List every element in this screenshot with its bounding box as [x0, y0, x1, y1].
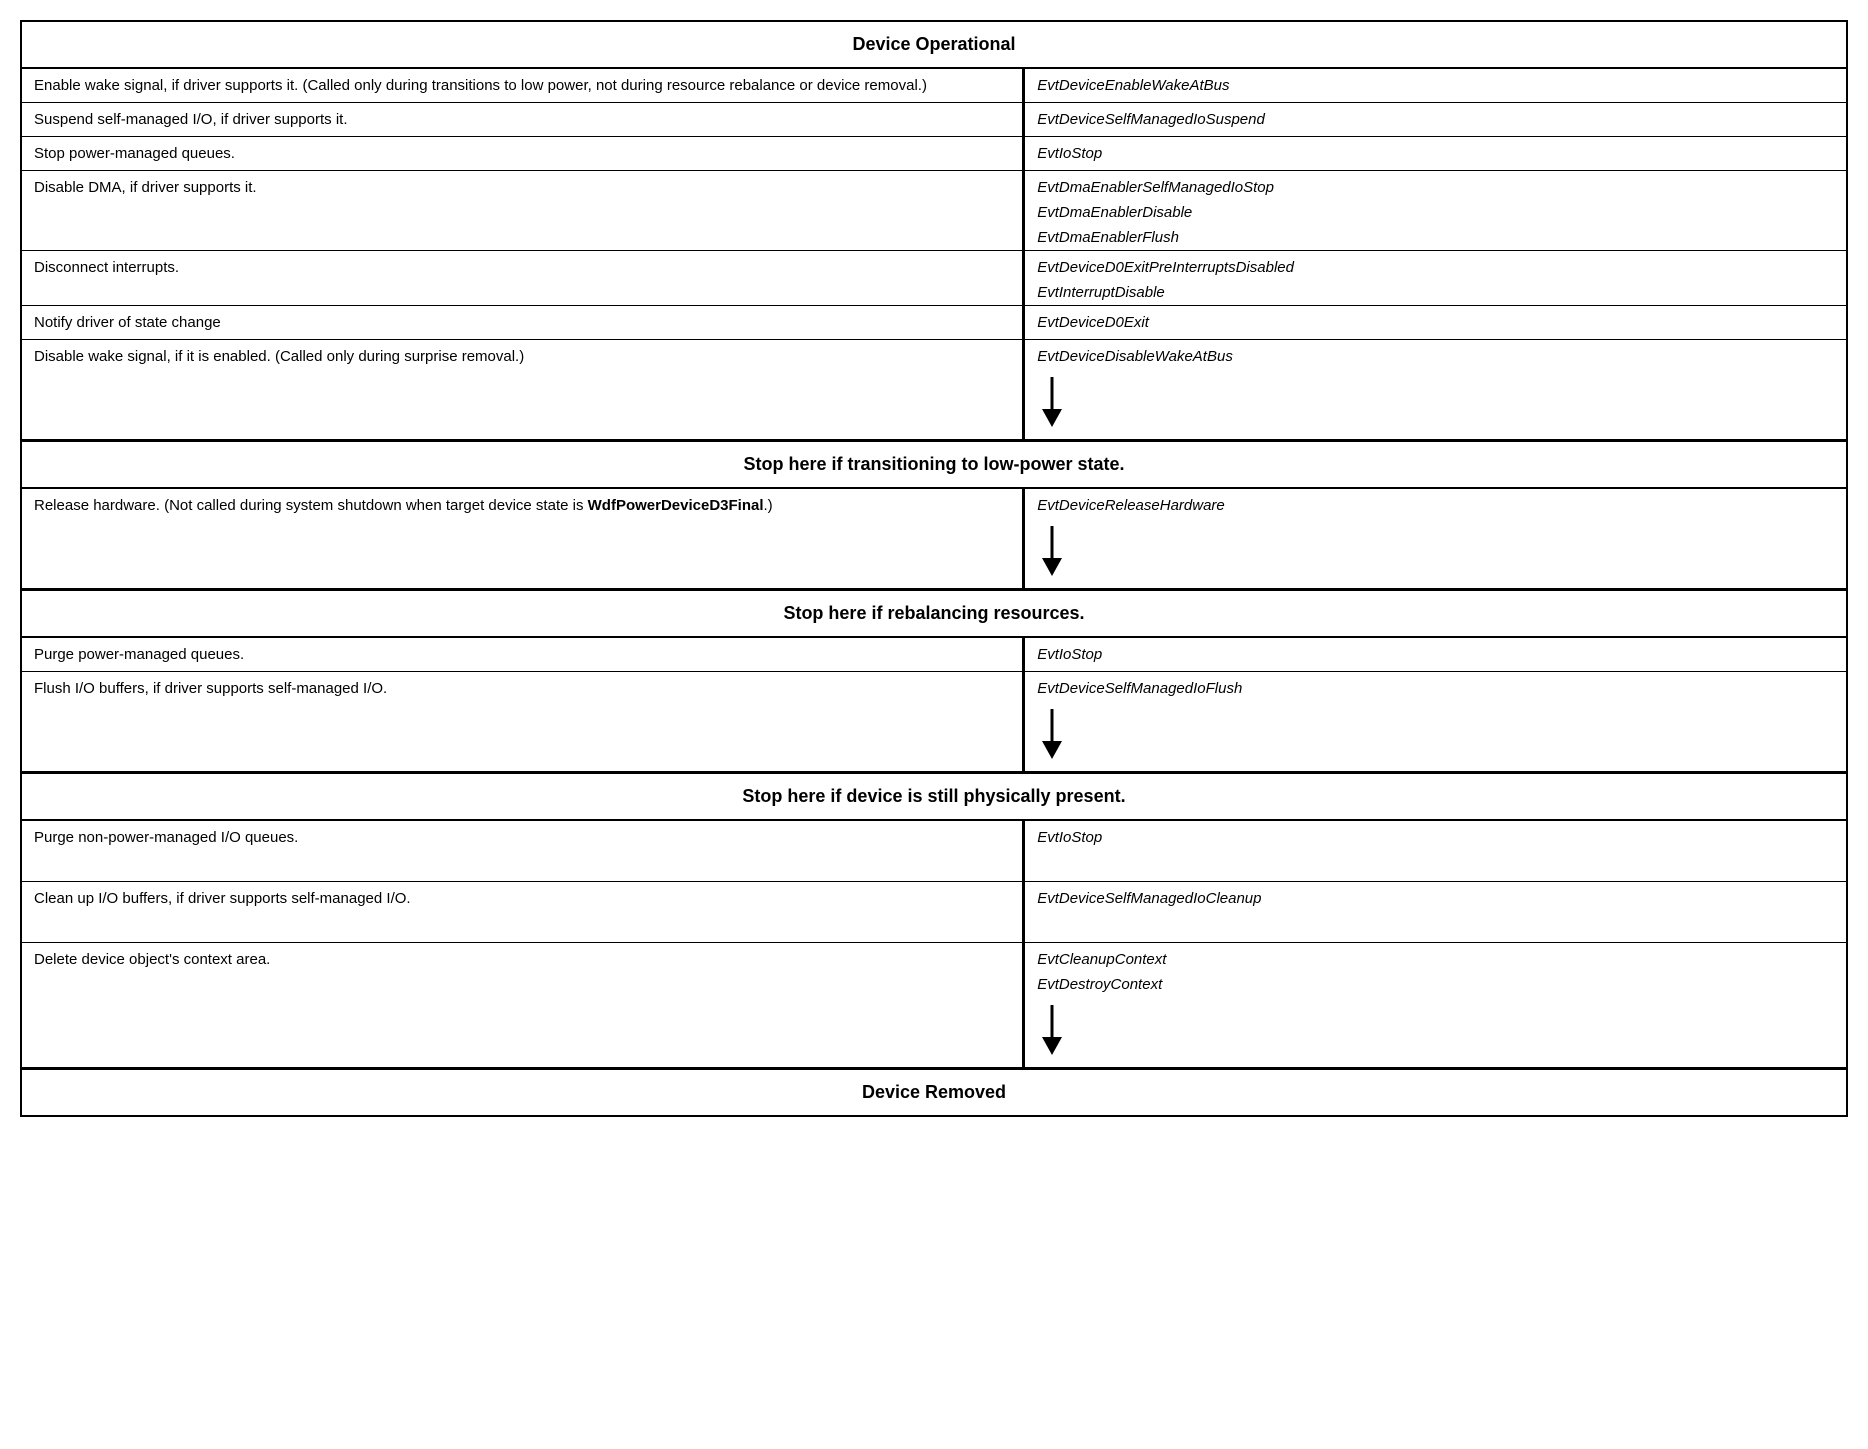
row-6-left: Notify driver of state change [22, 306, 1025, 339]
row-8: Release hardware. (Not called during sys… [22, 489, 1846, 589]
row-11: Purge non-power-managed I/O queues. EvtI… [22, 821, 1846, 882]
row-2-left: Suspend self-managed I/O, if driver supp… [22, 103, 1025, 136]
row-9-right: EvtIoStop [1025, 638, 1846, 671]
row-1: Enable wake signal, if driver supports i… [22, 69, 1846, 103]
row-11-left: Purge non-power-managed I/O queues. [22, 821, 1025, 881]
row-10-left: Flush I/O buffers, if driver supports se… [22, 672, 1025, 772]
row-13-left: Delete device object's context area. [22, 943, 1025, 1068]
row-3-right: EvtIoStop [1025, 137, 1846, 170]
row-4: Disable DMA, if driver supports it. EvtD… [22, 171, 1846, 251]
row-6: Notify driver of state change EvtDeviceD… [22, 306, 1846, 340]
row-9: Purge power-managed queues. EvtIoStop [22, 638, 1846, 672]
row-3-left: Stop power-managed queues. [22, 137, 1025, 170]
row-11-right: EvtIoStop [1025, 821, 1846, 881]
row-8-left: Release hardware. (Not called during sys… [22, 489, 1025, 589]
page-title: Device Operational [852, 34, 1015, 54]
row-13: Delete device object's context area. Evt… [22, 943, 1846, 1068]
divider-1: Stop here if transitioning to low-power … [22, 440, 1846, 489]
row-6-right: EvtDeviceD0Exit [1025, 306, 1846, 339]
row-8-right: EvtDeviceReleaseHardware [1025, 489, 1846, 589]
row-7: Disable wake signal, if it is enabled. (… [22, 340, 1846, 440]
row-10: Flush I/O buffers, if driver supports se… [22, 672, 1846, 772]
row-13-right: EvtCleanupContext EvtDestroyContext [1025, 943, 1846, 1068]
row-1-left: Enable wake signal, if driver supports i… [22, 69, 1025, 102]
footer-title: Device Removed [22, 1068, 1846, 1115]
row-12-left: Clean up I/O buffers, if driver supports… [22, 882, 1025, 942]
row-9-left: Purge power-managed queues. [22, 638, 1025, 671]
row-3: Stop power-managed queues. EvtIoStop [22, 137, 1846, 171]
divider-2: Stop here if rebalancing resources. [22, 589, 1846, 638]
arrow-down-icon-2 [1037, 526, 1067, 576]
row-12-right: EvtDeviceSelfManagedIoCleanup [1025, 882, 1846, 942]
divider-3: Stop here if device is still physically … [22, 772, 1846, 821]
row-12: Clean up I/O buffers, if driver supports… [22, 882, 1846, 943]
row-2: Suspend self-managed I/O, if driver supp… [22, 103, 1846, 137]
arrow-down-icon [1037, 377, 1067, 427]
row-7-right: EvtDeviceDisableWakeAtBus [1025, 340, 1846, 440]
arrow-down-icon-3 [1037, 709, 1067, 759]
row-5: Disconnect interrupts. EvtDeviceD0ExitPr… [22, 251, 1846, 306]
row-4-left: Disable DMA, if driver supports it. [22, 171, 1025, 250]
row-5-right: EvtDeviceD0ExitPreInterruptsDisabled Evt… [1025, 251, 1846, 305]
row-4-right: EvtDmaEnablerSelfManagedIoStop EvtDmaEna… [1025, 171, 1846, 250]
row-1-right: EvtDeviceEnableWakeAtBus [1025, 69, 1846, 102]
row-7-left: Disable wake signal, if it is enabled. (… [22, 340, 1025, 440]
row-10-right: EvtDeviceSelfManagedIoFlush [1025, 672, 1846, 772]
row-5-left: Disconnect interrupts. [22, 251, 1025, 305]
row-2-right: EvtDeviceSelfManagedIoSuspend [1025, 103, 1846, 136]
arrow-down-icon-4 [1037, 1005, 1067, 1055]
